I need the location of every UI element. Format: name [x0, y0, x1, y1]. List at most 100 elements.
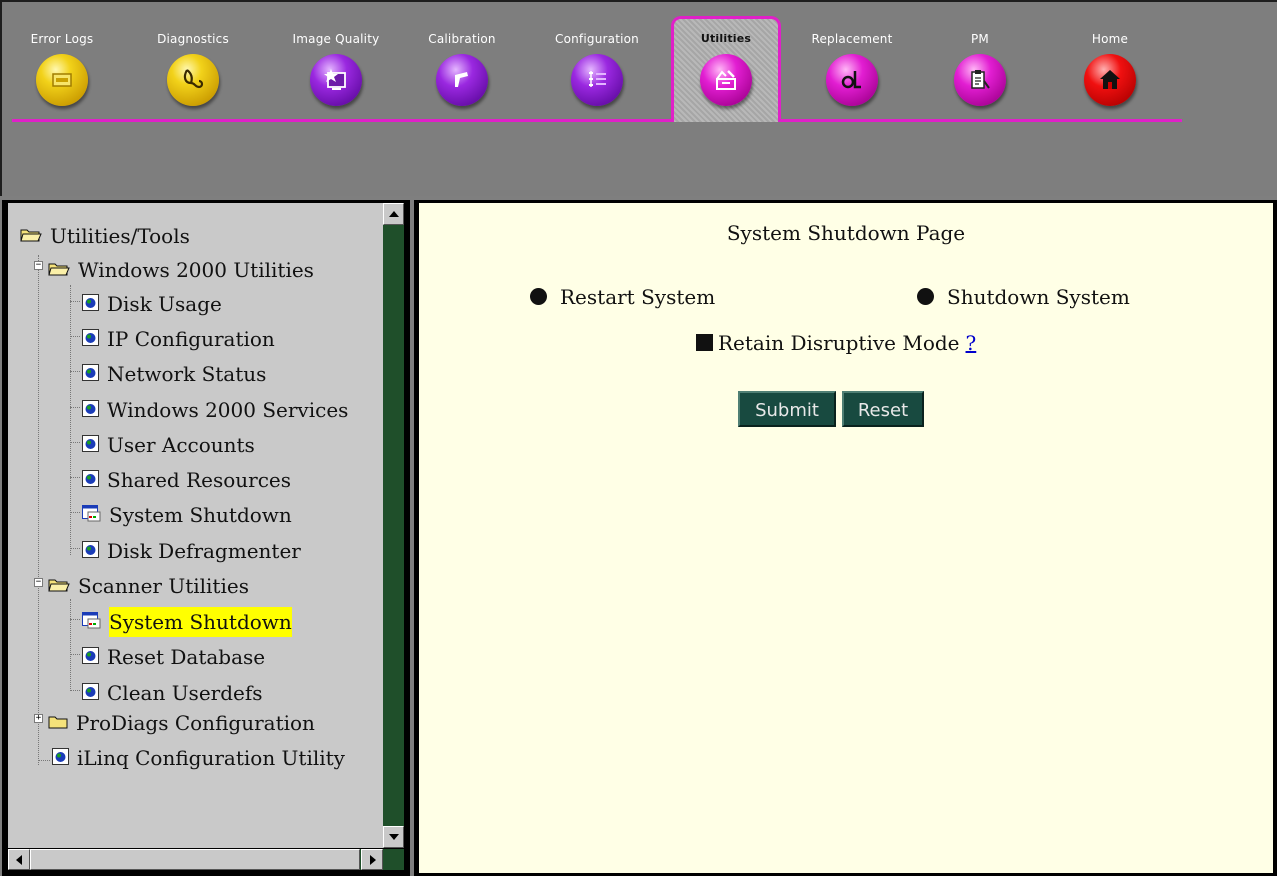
radio-dot[interactable]	[917, 288, 934, 305]
tab-diagnostics[interactable]: Diagnostics	[138, 16, 248, 120]
shutdown-system-radio[interactable]: Shutdown System	[917, 285, 1130, 309]
tree-item-disk-defragmenter[interactable]: Disk Defragmenter	[82, 534, 301, 564]
tab-home[interactable]: Home	[1055, 16, 1165, 120]
horizontal-scroll-thumb[interactable]	[30, 849, 360, 870]
page-globe-icon	[82, 465, 99, 495]
tree-root-utilities-tools[interactable]: Utilities/Tools	[20, 219, 190, 249]
collapse-toggle[interactable]: −	[34, 261, 43, 270]
tree-group-windows-2000-utilities[interactable]: Windows 2000 Utilities	[48, 253, 314, 283]
tab-replacement[interactable]: Replacement	[797, 16, 907, 120]
tab-label: Configuration	[555, 32, 639, 46]
closed-folder-icon	[48, 708, 68, 738]
tree-item-ilinq-configuration-utility[interactable]: iLinq Configuration Utility	[52, 741, 345, 771]
tree-horizontal-scrollbar[interactable]	[8, 849, 383, 870]
scroll-up-button[interactable]	[383, 203, 404, 225]
top-toolbar: Error Logs Diagnostics Image Quality Cal…	[0, 0, 1277, 196]
tree-connector	[70, 285, 71, 555]
tree-root-label: Utilities/Tools	[50, 223, 190, 248]
help-link[interactable]: ?	[966, 331, 977, 355]
tree-group-label: Windows 2000 Utilities	[78, 257, 314, 282]
tree-item-shared-resources[interactable]: Shared Resources	[82, 463, 291, 493]
tab-label: Utilities	[700, 32, 752, 45]
arrow-up-icon	[389, 211, 399, 217]
tree-group-label: Scanner Utilities	[78, 573, 249, 598]
page-globe-icon	[82, 289, 99, 319]
page-globe-icon	[82, 324, 99, 354]
submit-button[interactable]: Submit	[738, 391, 836, 427]
tab-label: Error Logs	[30, 32, 94, 46]
tree-item-windows-2000-services[interactable]: Windows 2000 Services	[82, 393, 348, 423]
configuration-icon	[571, 54, 623, 106]
tab-label: Calibration	[428, 32, 496, 46]
page-globe-icon	[82, 678, 99, 708]
replacement-icon	[826, 54, 878, 106]
tree-group-scanner-utilities[interactable]: Scanner Utilities	[48, 569, 249, 599]
page-globe-icon	[82, 395, 99, 425]
page-globe-icon	[52, 743, 69, 773]
tab-label: Diagnostics	[157, 32, 229, 46]
tree-vertical-scrollbar[interactable]	[383, 203, 404, 848]
tree-frame: Utilities/Tools − Windows 2000 Utilities…	[2, 200, 410, 876]
window-app-icon	[82, 500, 101, 530]
tree-item-ip-configuration[interactable]: IP Configuration	[82, 322, 275, 352]
tab-pm[interactable]: PM	[925, 16, 1035, 120]
expand-toggle[interactable]: +	[34, 714, 43, 723]
open-folder-icon	[48, 255, 70, 285]
tree-item-scanner-system-shutdown[interactable]: System Shutdown	[82, 605, 292, 637]
arrow-left-icon	[16, 855, 22, 865]
restart-system-label: Restart System	[560, 285, 716, 309]
tree-group-prodiags-configuration[interactable]: ProDiags Configuration	[48, 706, 315, 736]
pm-icon	[954, 54, 1006, 106]
scroll-right-button[interactable]	[361, 849, 383, 870]
arrow-right-icon	[370, 855, 376, 865]
tree-connector	[38, 255, 39, 765]
radio-dot[interactable]	[530, 288, 547, 305]
retain-disruptive-mode-checkbox[interactable]: Retain Disruptive Mode?	[696, 331, 976, 355]
tab-calibration[interactable]: Calibration	[407, 16, 517, 120]
tab-label: Replacement	[811, 32, 893, 46]
page-title: System Shutdown Page	[726, 221, 966, 245]
home-icon	[1084, 54, 1136, 106]
open-folder-icon	[48, 571, 70, 601]
scroll-down-button[interactable]	[383, 826, 404, 848]
tree-item-reset-database[interactable]: Reset Database	[82, 640, 265, 670]
tab-label: PM	[971, 32, 989, 46]
tree-item-disk-usage[interactable]: Disk Usage	[82, 287, 222, 317]
retain-disruptive-mode-label: Retain Disruptive Mode	[718, 331, 960, 355]
tab-utilities[interactable]: Utilities	[671, 16, 781, 122]
tree-item-clean-userdefs[interactable]: Clean Userdefs	[82, 676, 263, 706]
arrow-down-icon	[389, 834, 399, 840]
collapse-toggle[interactable]: −	[34, 578, 43, 587]
shutdown-system-label: Shutdown System	[947, 285, 1130, 309]
tab-label: Image Quality	[292, 32, 380, 46]
window-app-icon	[82, 607, 101, 637]
utilities-icon	[700, 54, 752, 106]
tab-label: Home	[1091, 32, 1129, 46]
tree-connector	[70, 599, 71, 691]
stethoscope-icon	[167, 54, 219, 106]
open-folder-icon	[20, 221, 42, 251]
tab-image-quality[interactable]: Image Quality	[281, 16, 391, 120]
tree-view: Utilities/Tools − Windows 2000 Utilities…	[8, 203, 383, 848]
page-globe-icon	[82, 536, 99, 566]
image-quality-icon	[310, 54, 362, 106]
page-globe-icon	[82, 430, 99, 460]
scrollbar-corner	[383, 849, 404, 870]
reset-button[interactable]: Reset	[842, 391, 924, 427]
tree-item-system-shutdown[interactable]: System Shutdown	[82, 498, 292, 528]
scroll-left-button[interactable]	[8, 849, 30, 870]
tree-group-label: ProDiags Configuration	[76, 710, 315, 735]
calibration-icon	[436, 54, 488, 106]
shutdown-page: System Shutdown Page Restart System Shut…	[419, 203, 1273, 873]
tree-item-user-accounts[interactable]: User Accounts	[82, 428, 255, 458]
content-frame: System Shutdown Page Restart System Shut…	[414, 200, 1277, 876]
selected-item-label: System Shutdown	[109, 606, 292, 637]
page-globe-icon	[82, 642, 99, 672]
tree-item-network-status[interactable]: Network Status	[82, 357, 266, 387]
tab-error-logs[interactable]: Error Logs	[7, 16, 117, 120]
page-globe-icon	[82, 359, 99, 389]
checkbox-box[interactable]	[696, 334, 713, 351]
error-log-icon	[36, 54, 88, 106]
restart-system-radio[interactable]: Restart System	[530, 285, 715, 309]
tab-configuration[interactable]: Configuration	[542, 16, 652, 120]
